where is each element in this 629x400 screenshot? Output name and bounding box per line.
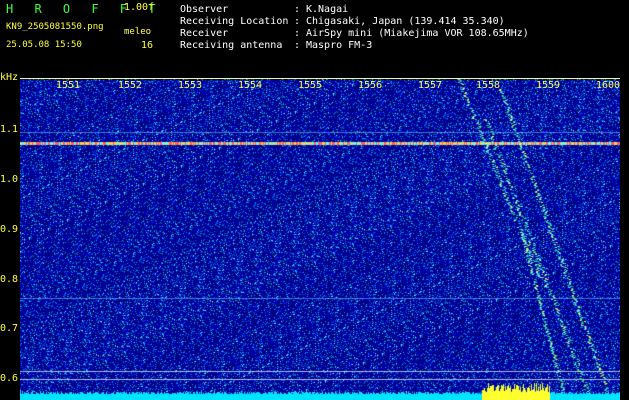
time-tick-1552: 1552 <box>118 80 143 91</box>
app-version: 1.00f <box>124 2 155 13</box>
time-axis-line <box>20 78 620 79</box>
meleo-label: meleo <box>124 27 152 37</box>
spectrogram-canvas <box>20 79 620 400</box>
antenna-row: Receiving antenna: Maspro FM-3 <box>180 40 373 51</box>
y-axis-unit: kHz <box>0 72 19 83</box>
freq-tick-1.0: 1.0 <box>0 174 19 185</box>
time-tick-1558: 1558 <box>476 80 501 91</box>
time-tick-1551: 1551 <box>56 80 81 91</box>
time-tick-1555: 1555 <box>298 80 323 91</box>
meteor-count: 16 <box>141 40 154 51</box>
freq-tick-0.9: 0.9 <box>0 224 19 235</box>
observer-row: Observer: K.Nagai <box>180 4 349 15</box>
freq-tick-1.1: 1.1 <box>0 124 19 135</box>
freq-tick-0.8: 0.8 <box>0 274 19 285</box>
receiver-row: Receiver: AirSpy mini (Miakejima VOR 108.… <box>180 28 529 39</box>
time-tick-1556: 1556 <box>358 80 383 91</box>
file-name: KN9_2505081550.png <box>6 22 104 32</box>
freq-tick-0.6: 0.6 <box>0 373 19 384</box>
station-info: Observer: K.Nagai Receiving Location: Chig… <box>180 4 529 52</box>
location-row: Receiving Location: Chigasaki, Japan (139… <box>180 16 505 27</box>
timestamp: 25.05.08 15:50 <box>6 40 82 50</box>
time-tick-1600: 1600 <box>596 80 621 91</box>
time-tick-1557: 1557 <box>418 80 443 91</box>
time-tick-1554: 1554 <box>238 80 263 91</box>
spectrogram-window: { "header": { "brand": "H R O F F T", "v… <box>0 0 629 400</box>
spectrogram-plot <box>20 79 620 400</box>
time-tick-1553: 1553 <box>178 80 203 91</box>
time-tick-1559: 1559 <box>536 80 561 91</box>
freq-tick-0.7: 0.7 <box>0 323 19 334</box>
